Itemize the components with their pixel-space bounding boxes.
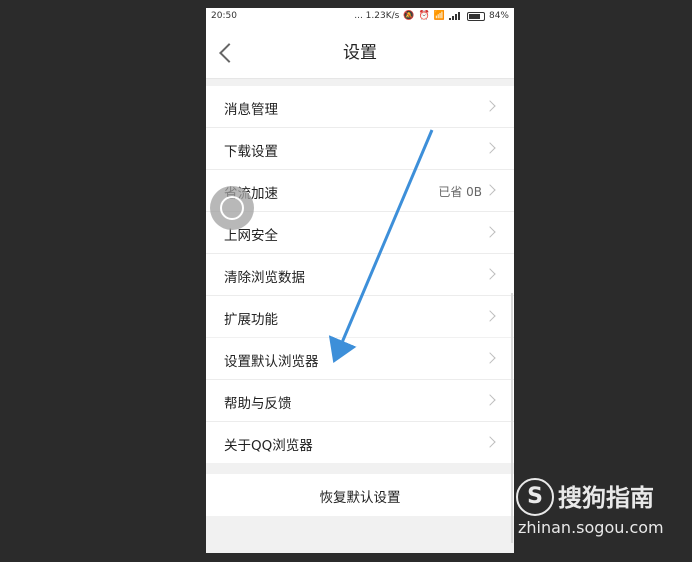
watermark-url: zhinan.sogou.com (518, 518, 664, 537)
annotation-arrow-line (328, 129, 434, 364)
sogou-logo: S (516, 478, 554, 516)
watermark-title: 搜狗指南 (558, 484, 654, 512)
